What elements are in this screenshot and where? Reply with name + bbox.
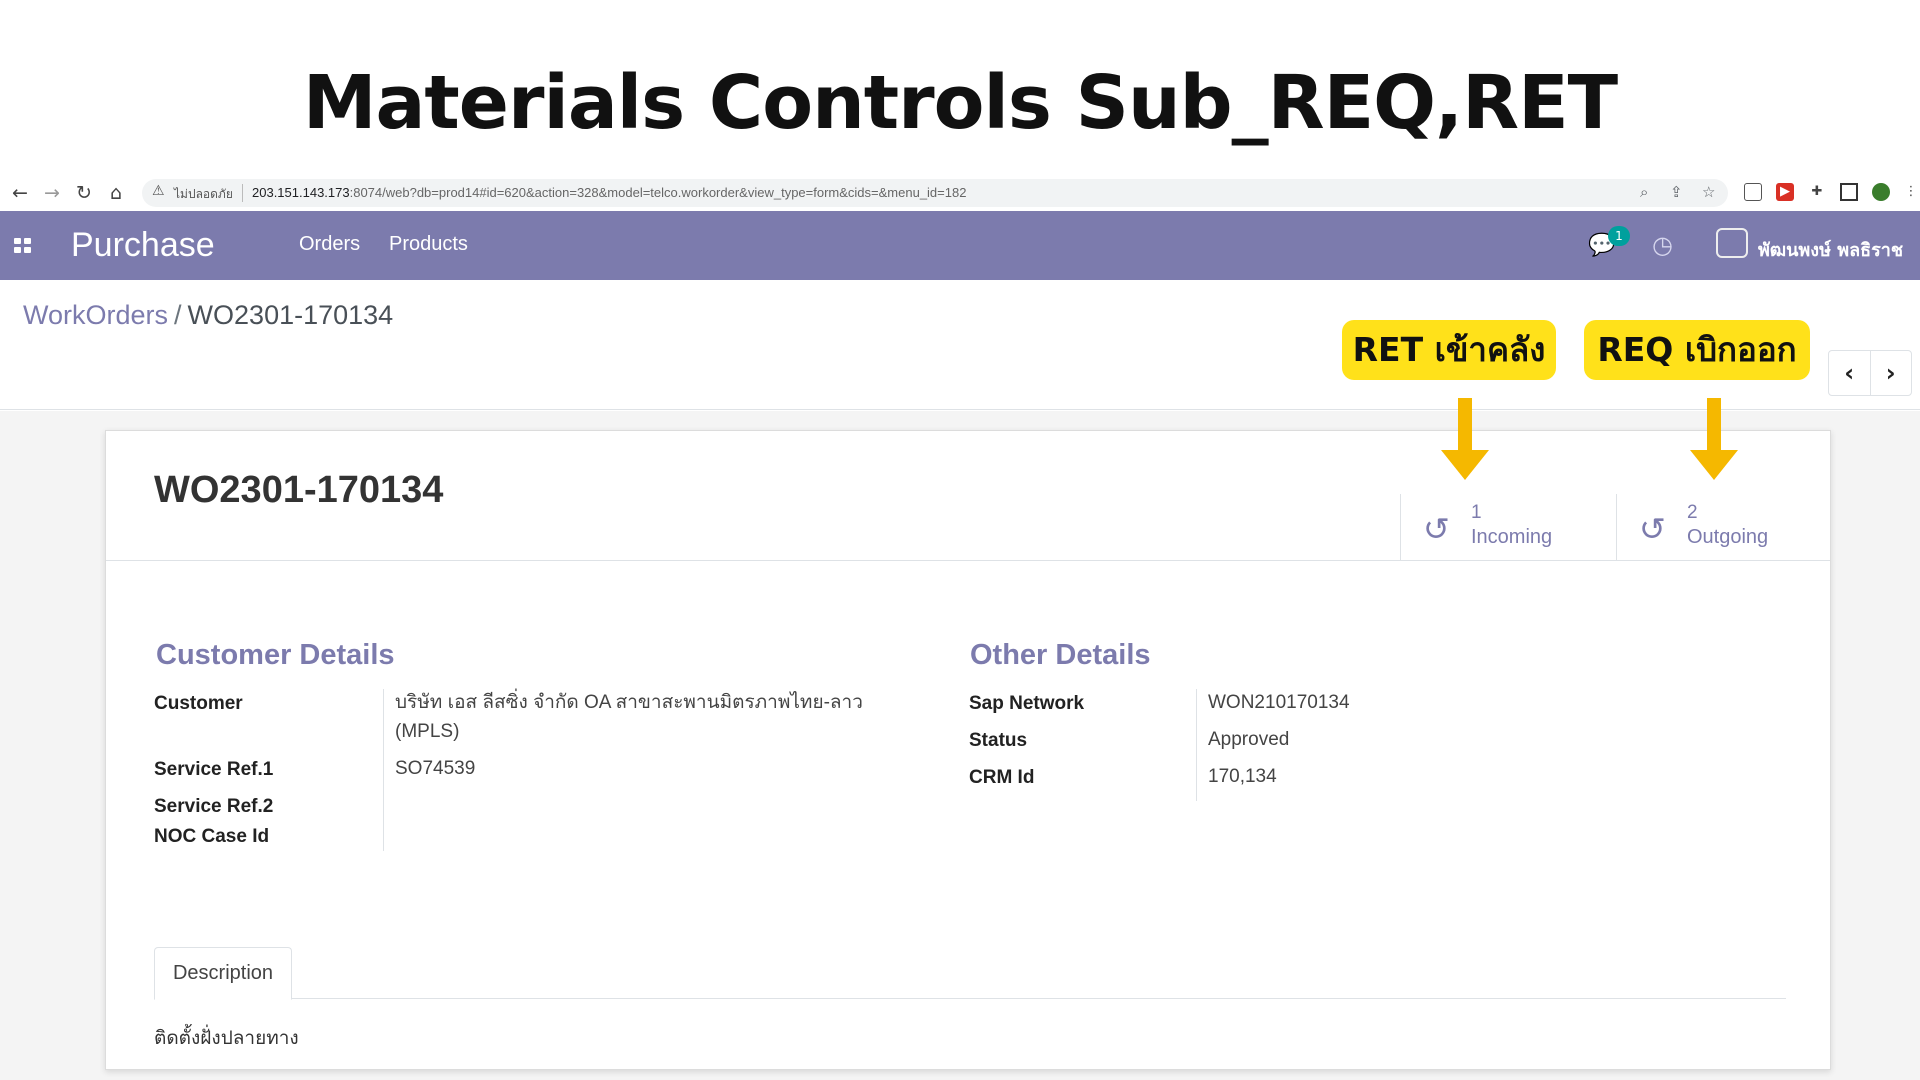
req-arrow-shaft [1707,398,1721,452]
other-details-title: Other Details [970,639,1151,671]
outgoing-count: 2 [1687,502,1698,523]
incoming-smart-button[interactable]: ↺ 1 Incoming [1400,494,1616,561]
req-arrow-icon [1690,450,1738,480]
crm-id-label: CRM Id [969,767,1035,788]
url-host: 203.151.143.173 [252,185,350,200]
req-callout: REQ เบิกออก [1584,320,1810,380]
customer-column-divider [383,689,384,851]
incoming-count: 1 [1471,502,1482,523]
menu-products[interactable]: Products [389,233,468,256]
user-menu[interactable]: พัฒนพงษ์ พลธิราช [1758,235,1903,264]
ret-arrow-shaft [1458,398,1472,452]
menu-orders[interactable]: Orders [299,233,360,256]
form-sheet: WO2301-170134 ↺ 1 Incoming ↺ 2 Outgoing … [105,430,1831,1070]
pager: ‹ › [1828,350,1912,396]
sap-network-value[interactable]: WON210170134 [1208,688,1350,717]
ret-callout: RET เข้าคลัง [1342,320,1556,380]
pager-next-button[interactable]: › [1869,351,1912,395]
crm-id-value[interactable]: 170,134 [1208,762,1277,791]
sheet-header: WO2301-170134 ↺ 1 Incoming ↺ 2 Outgoing [106,431,1830,561]
extensions-puzzle-icon[interactable]: ✚ [1808,183,1826,201]
bookmark-star-icon[interactable]: ☆ [1702,183,1715,201]
url-divider [242,184,243,202]
reload-icon[interactable]: ↻ [72,180,96,206]
ret-arrow-icon [1441,450,1489,480]
kebab-menu-icon[interactable]: ⋮ [1902,183,1920,201]
company-switch-icon[interactable] [1716,228,1748,258]
status-value[interactable]: Approved [1208,725,1289,754]
customer-value[interactable]: บริษัท เอส ลีสซิ่ง จำกัด OA สาขาสะพานมิต… [395,688,895,746]
outgoing-label: Outgoing [1687,526,1769,548]
forward-icon[interactable]: → [40,180,64,206]
history-icon: ↺ [1639,510,1666,548]
chat-badge: 1 [1608,226,1630,246]
service-ref1-value[interactable]: SO74539 [395,754,475,783]
insecure-label: ไม่ปลอดภัย [174,187,233,201]
profile-avatar[interactable] [1872,183,1890,201]
back-icon[interactable]: ← [8,180,32,206]
home-icon[interactable]: ⌂ [104,180,128,206]
url-path: :8074/web?db=prod14#id=620&action=328&mo… [349,185,967,200]
outgoing-smart-button[interactable]: ↺ 2 Outgoing [1616,494,1832,561]
sap-network-label: Sap Network [969,693,1085,714]
browser-toolbar: ← → ↻ ⌂ ⚠ ไม่ปลอดภัย 203.151.143.173:807… [0,176,1920,210]
apps-grid-icon[interactable] [14,238,32,254]
breadcrumb-separator: / [174,300,182,330]
incoming-label: Incoming [1471,526,1553,548]
status-label: Status [969,730,1028,751]
service-ref2-label: Service Ref.2 [154,796,274,817]
other-column-divider [1196,689,1197,801]
notebook-tabs: Description [154,947,1786,1000]
zoom-icon[interactable]: ⌕ [1640,183,1648,201]
customer-label: Customer [154,693,243,714]
side-panel-icon[interactable] [1840,183,1858,201]
history-icon: ↺ [1423,510,1450,548]
breadcrumb-current: WO2301-170134 [187,300,394,330]
slide-title: Materials Controls Sub_REQ,RET [302,60,1618,146]
main-navbar: Purchase Orders Products 💬 1 ◷ พัฒนพงษ์ … [0,211,1920,280]
activity-clock-icon[interactable]: ◷ [1652,231,1673,259]
tab-description[interactable]: Description [154,947,292,1000]
record-title: WO2301-170134 [154,469,444,511]
description-text[interactable]: ติดตั้งฝั่งปลายทาง [154,1023,299,1053]
service-ref1-label: Service Ref.1 [154,759,274,780]
customer-details-title: Customer Details [156,639,395,671]
extension-red-icon[interactable]: ▶ [1776,183,1794,201]
breadcrumb: WorkOrders / WO2301-170134 [23,300,393,331]
url-text[interactable]: 203.151.143.173:8074/web?db=prod14#id=62… [252,185,966,200]
app-name[interactable]: Purchase [71,226,215,265]
noc-case-label: NOC Case Id [154,826,270,847]
share-icon[interactable]: ⇪ [1670,183,1683,201]
pager-previous-button[interactable]: ‹ [1829,351,1870,395]
address-bar[interactable]: ⚠ ไม่ปลอดภัย 203.151.143.173:8074/web?db… [142,179,1728,207]
warning-icon: ⚠ [152,183,165,199]
breadcrumb-workorders[interactable]: WorkOrders [23,300,168,330]
extension-mail-icon[interactable] [1744,183,1762,201]
